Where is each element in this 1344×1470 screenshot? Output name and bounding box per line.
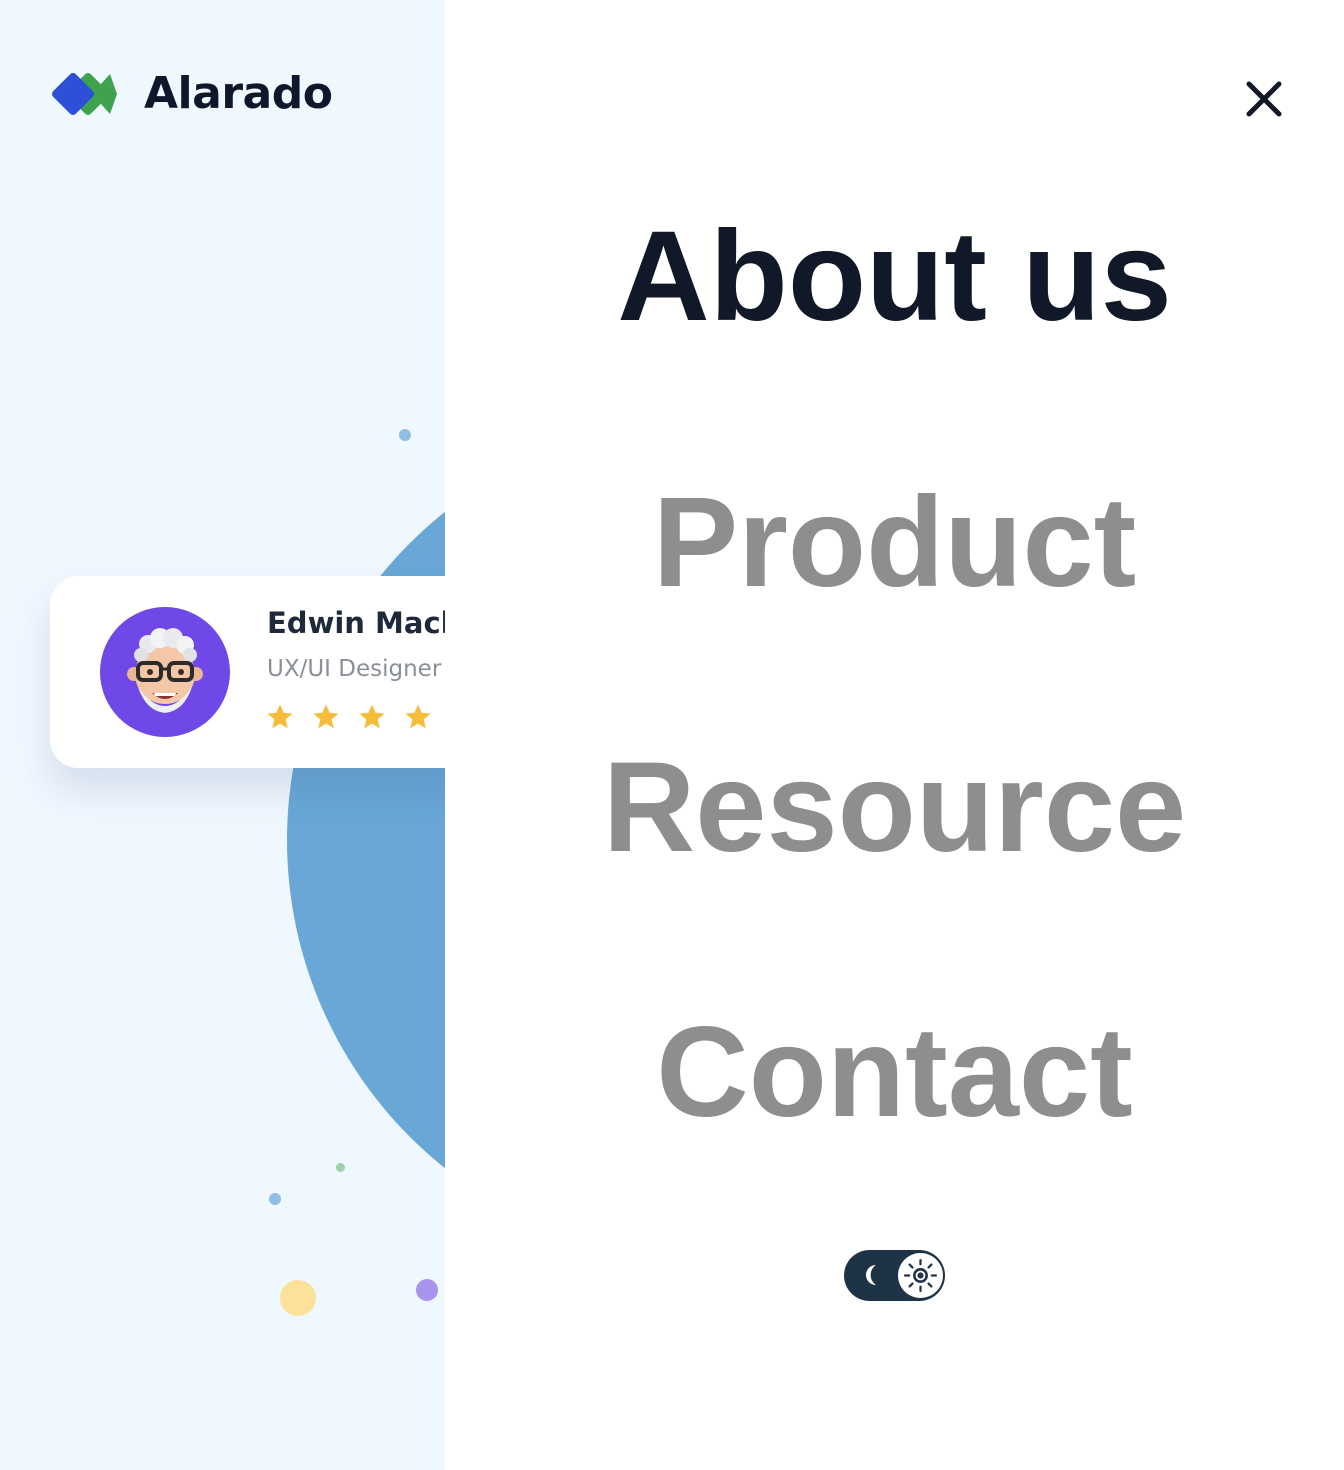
star-icon	[359, 704, 385, 729]
memoji-avatar	[100, 607, 230, 737]
star-rating	[265, 702, 445, 732]
decor-dot	[269, 1193, 281, 1205]
decor-dot	[399, 429, 411, 441]
hero-background: Alarado Edwin Mack UX/UI Designer	[0, 0, 445, 1470]
brand-name: Alarado	[144, 68, 333, 119]
decor-dot	[280, 1280, 316, 1316]
decor-dot	[416, 1279, 438, 1301]
nav-link-resource[interactable]: Resource	[445, 733, 1344, 883]
nav-link-product[interactable]: Product	[445, 468, 1344, 618]
star-icon	[313, 704, 339, 729]
close-icon[interactable]	[1243, 78, 1285, 120]
sun-icon	[903, 1258, 938, 1293]
decor-dot	[336, 1163, 345, 1172]
profile-card: Edwin Mack UX/UI Designer	[50, 576, 445, 768]
theme-toggle[interactable]	[844, 1250, 945, 1301]
moon-icon	[866, 1265, 876, 1285]
star-icon	[405, 704, 431, 729]
hero-circle	[287, 420, 445, 1260]
brand[interactable]: Alarado	[52, 68, 333, 120]
alarado-logo-icon	[52, 73, 117, 115]
profile-name: Edwin Mack	[267, 606, 445, 640]
profile-role: UX/UI Designer	[267, 656, 442, 682]
nav-link-about-us[interactable]: About us	[445, 202, 1344, 352]
toggle-knob	[898, 1253, 943, 1298]
star-icon	[267, 704, 293, 729]
nav-link-contact[interactable]: Contact	[445, 998, 1344, 1148]
